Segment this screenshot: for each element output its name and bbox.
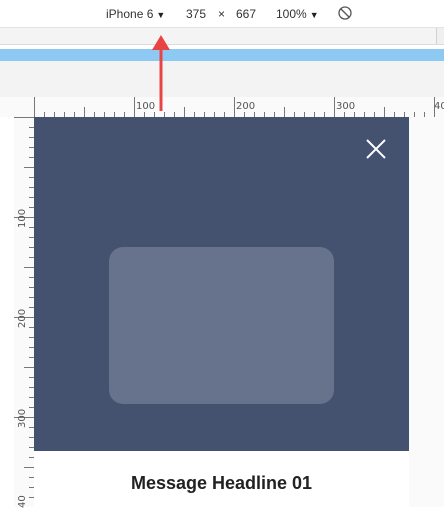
modal-hero [34, 117, 409, 451]
ruler-label: 300 [336, 101, 356, 112]
arrow-up-icon [152, 35, 170, 111]
image-placeholder [109, 247, 334, 404]
viewport-gutter [408, 117, 444, 507]
modal-body: Message Headline 01 [34, 451, 409, 507]
rotate-icon[interactable] [337, 5, 353, 21]
width-input[interactable]: 375 [186, 7, 206, 21]
message-modal: Message Headline 01 [34, 117, 409, 507]
media-query-segment[interactable] [408, 28, 427, 44]
media-query-segment[interactable] [426, 28, 437, 44]
ruler-label: 40 [434, 101, 444, 112]
media-query-segment[interactable] [380, 28, 409, 44]
breakpoint-bar[interactable] [0, 49, 444, 61]
device-toolbar: iPhone 6 ▼ 375 × 667 100% ▼ [0, 0, 444, 28]
media-query-segment[interactable] [10, 28, 31, 44]
media-query-segment[interactable] [62, 28, 381, 44]
vertical-ruler: 100 200 300 40 [14, 117, 34, 508]
triangle-down-icon: ▼ [309, 10, 319, 20]
height-input[interactable]: 667 [236, 7, 256, 21]
ruler-label: 200 [17, 308, 28, 328]
dimension-separator: × [218, 7, 226, 21]
horizontal-ruler: 100 200 300 40 [0, 97, 444, 117]
zoom-select-label: 100% [276, 7, 307, 21]
media-query-bar[interactable] [0, 28, 444, 45]
zoom-select[interactable]: 100% ▼ [276, 7, 319, 22]
ruler-label: 100 [17, 208, 28, 228]
device-select-label: iPhone 6 [106, 7, 154, 21]
ruler-ticks [34, 97, 435, 117]
device-select[interactable]: iPhone 6 ▼ [106, 7, 165, 22]
close-icon[interactable] [364, 137, 388, 161]
message-headline: Message Headline 01 [130, 473, 313, 493]
media-query-segment[interactable] [30, 28, 63, 44]
ruler-label: 300 [17, 408, 28, 428]
viewport-gutter [0, 61, 444, 97]
ruler-label: 200 [236, 101, 256, 112]
ruler-label: 40 [17, 495, 28, 508]
triangle-down-icon: ▼ [156, 10, 166, 20]
